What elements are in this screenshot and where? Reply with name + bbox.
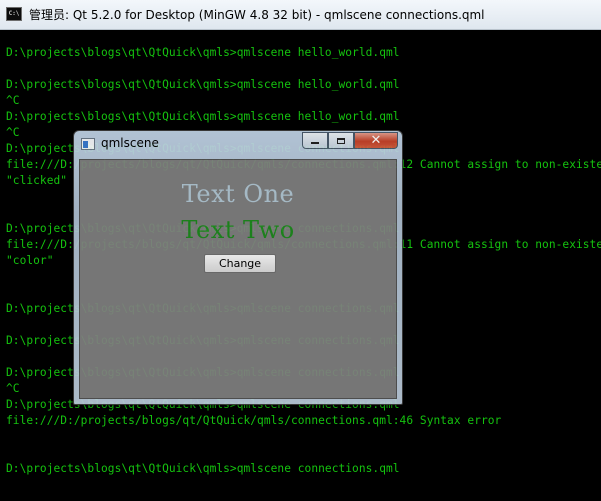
close-button[interactable]: ✕ <box>354 132 398 149</box>
console-line: ^C <box>6 94 20 107</box>
text-one: Text One <box>181 180 295 208</box>
maximize-button[interactable] <box>328 132 354 149</box>
console-line: D:\projects\blogs\qt\QtQuick\qmls>qmlsce… <box>6 46 400 59</box>
console-app-icon[interactable]: C:\ <box>6 7 22 21</box>
qmlscene-content: Text One Text Two Change <box>79 159 397 399</box>
qmlscene-window[interactable]: qmlscene ✕ Text One Text Two Change <box>73 130 403 405</box>
console-line: "clicked" <box>6 174 68 187</box>
qmlscene-window-title: qmlscene <box>101 136 159 150</box>
console-line: ^C <box>6 126 20 139</box>
console-line: D:\projects\blogs\qt\QtQuick\qmls>qmlsce… <box>6 78 400 91</box>
console-window-title: 管理员: Qt 5.2.0 for Desktop (MinGW 4.8 32 … <box>29 8 485 22</box>
change-button[interactable]: Change <box>204 254 276 273</box>
maximize-icon <box>337 137 345 144</box>
window-controls: ✕ <box>302 132 398 150</box>
console-line: D:\projects\blogs\qt\QtQuick\qmls>qmlsce… <box>6 110 400 123</box>
qmlscene-titlebar[interactable]: qmlscene ✕ <box>74 131 402 157</box>
minimize-icon <box>311 142 319 144</box>
console-line: D:\projects\blogs\qt\QtQuick\qmls>qmlsce… <box>6 462 400 475</box>
console-line: file:///D:/projects/blogs/qt/QtQuick/qml… <box>6 414 502 427</box>
close-icon: ✕ <box>370 133 382 148</box>
minimize-button[interactable] <box>302 132 328 149</box>
console-titlebar[interactable]: C:\ 管理员: Qt 5.2.0 for Desktop (MinGW 4.8… <box>0 0 601 30</box>
console-line: ^C <box>6 382 20 395</box>
qmlscene-app-icon[interactable] <box>81 138 95 150</box>
text-two: Text Two <box>181 216 295 244</box>
console-line: "color" <box>6 254 54 267</box>
